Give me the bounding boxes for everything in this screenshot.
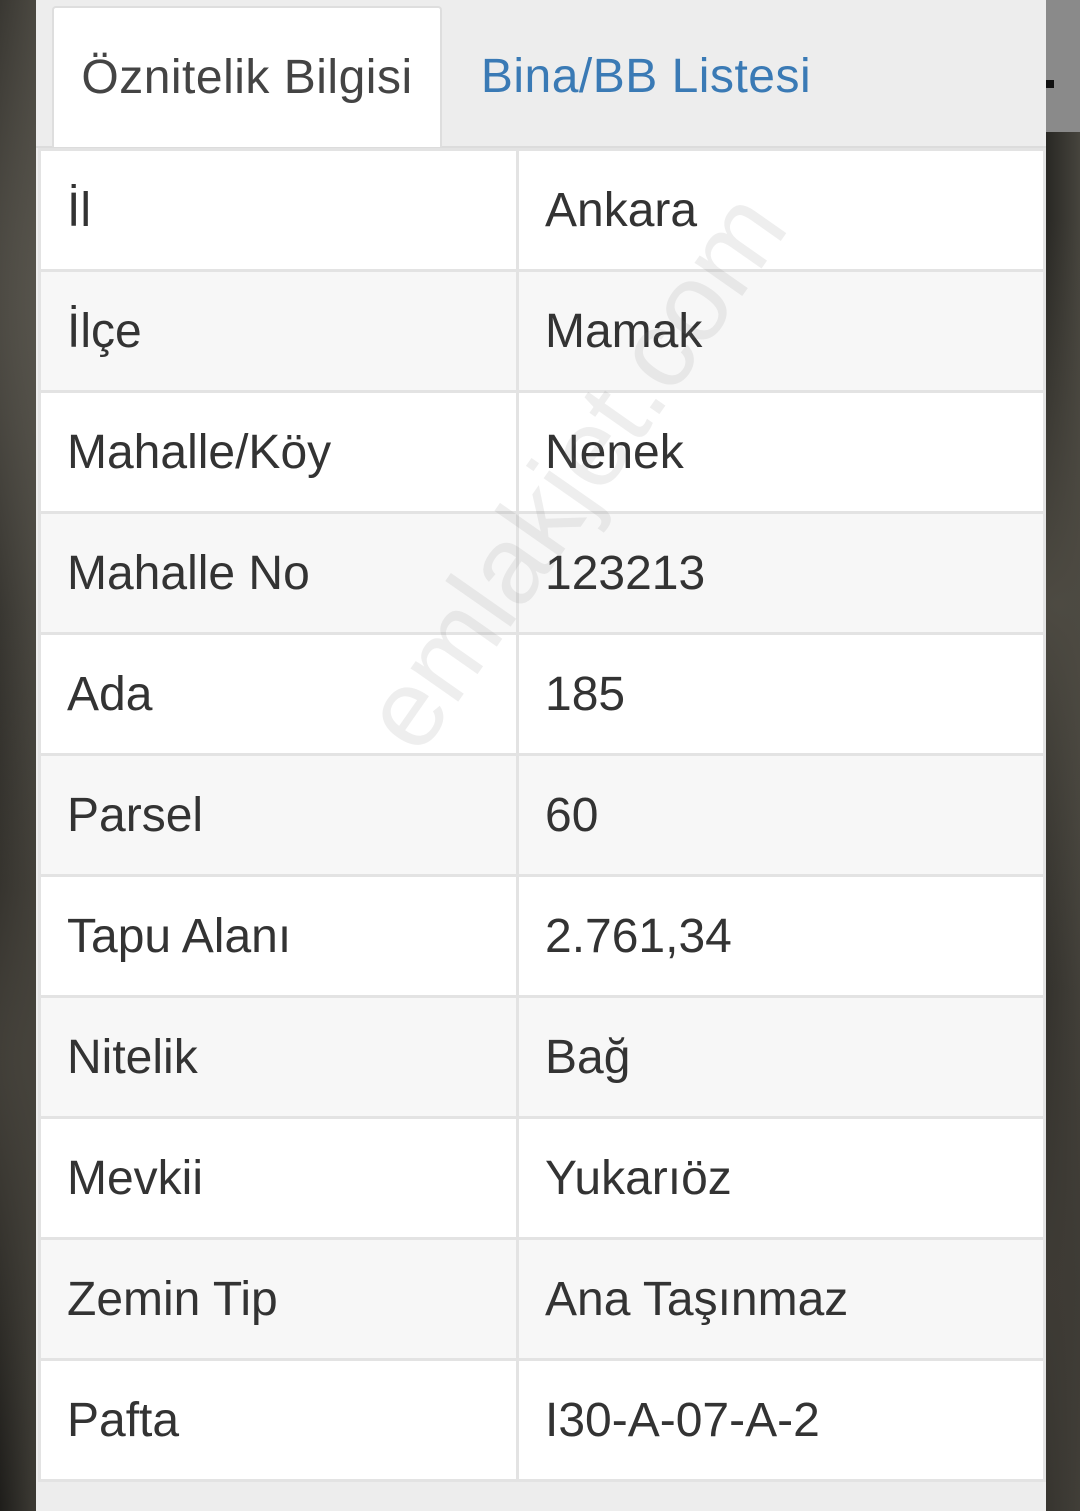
row-label: Mevkii — [38, 1116, 519, 1240]
row-label: Tapu Alanı — [38, 874, 519, 998]
row-label: Nitelik — [38, 995, 519, 1119]
table-row: Parsel 60 — [38, 753, 1046, 877]
table-row: Nitelik Bağ — [38, 995, 1046, 1119]
row-label: İl — [38, 148, 519, 272]
table-row: Tapu Alanı 2.761,34 — [38, 874, 1046, 998]
row-value: I30-A-07-A-2 — [516, 1358, 1046, 1482]
attribute-table: İl Ankara İlçe Mamak Mahalle/Köy Nenek M… — [38, 148, 1046, 1482]
table-row: Pafta I30-A-07-A-2 — [38, 1358, 1046, 1482]
table-row: Mevkii Yukarıöz — [38, 1116, 1046, 1240]
table-row: İl Ankara — [38, 148, 1046, 272]
table-row: İlçe Mamak — [38, 269, 1046, 393]
attribute-panel: Öznitelik Bilgisi Bina/BB Listesi İl Ank… — [36, 0, 1046, 1511]
table-row: Mahalle No 123213 — [38, 511, 1046, 635]
row-value: Ankara — [516, 148, 1046, 272]
row-value: 123213 — [516, 511, 1046, 635]
row-value: Bağ — [516, 995, 1046, 1119]
row-value: Nenek — [516, 390, 1046, 514]
row-label: Mahalle/Köy — [38, 390, 519, 514]
row-label: Parsel — [38, 753, 519, 877]
tab-attribute-info[interactable]: Öznitelik Bilgisi — [52, 6, 442, 147]
tab-bar: Öznitelik Bilgisi Bina/BB Listesi — [36, 0, 1046, 148]
row-label: İlçe — [38, 269, 519, 393]
row-label: Pafta — [38, 1358, 519, 1482]
row-label: Mahalle No — [38, 511, 519, 635]
row-value: Ana Taşınmaz — [516, 1237, 1046, 1361]
row-value: 185 — [516, 632, 1046, 756]
tab-building-list[interactable]: Bina/BB Listesi — [456, 6, 836, 147]
row-label: Zemin Tip — [38, 1237, 519, 1361]
table-row: Zemin Tip Ana Taşınmaz — [38, 1237, 1046, 1361]
table-row: Ada 185 — [38, 632, 1046, 756]
row-value: 2.761,34 — [516, 874, 1046, 998]
map-control-button[interactable] — [1046, 0, 1080, 132]
map-control-icon — [1046, 80, 1054, 88]
table-row: Mahalle/Köy Nenek — [38, 390, 1046, 514]
row-label: Ada — [38, 632, 519, 756]
row-value: 60 — [516, 753, 1046, 877]
row-value: Yukarıöz — [516, 1116, 1046, 1240]
row-value: Mamak — [516, 269, 1046, 393]
